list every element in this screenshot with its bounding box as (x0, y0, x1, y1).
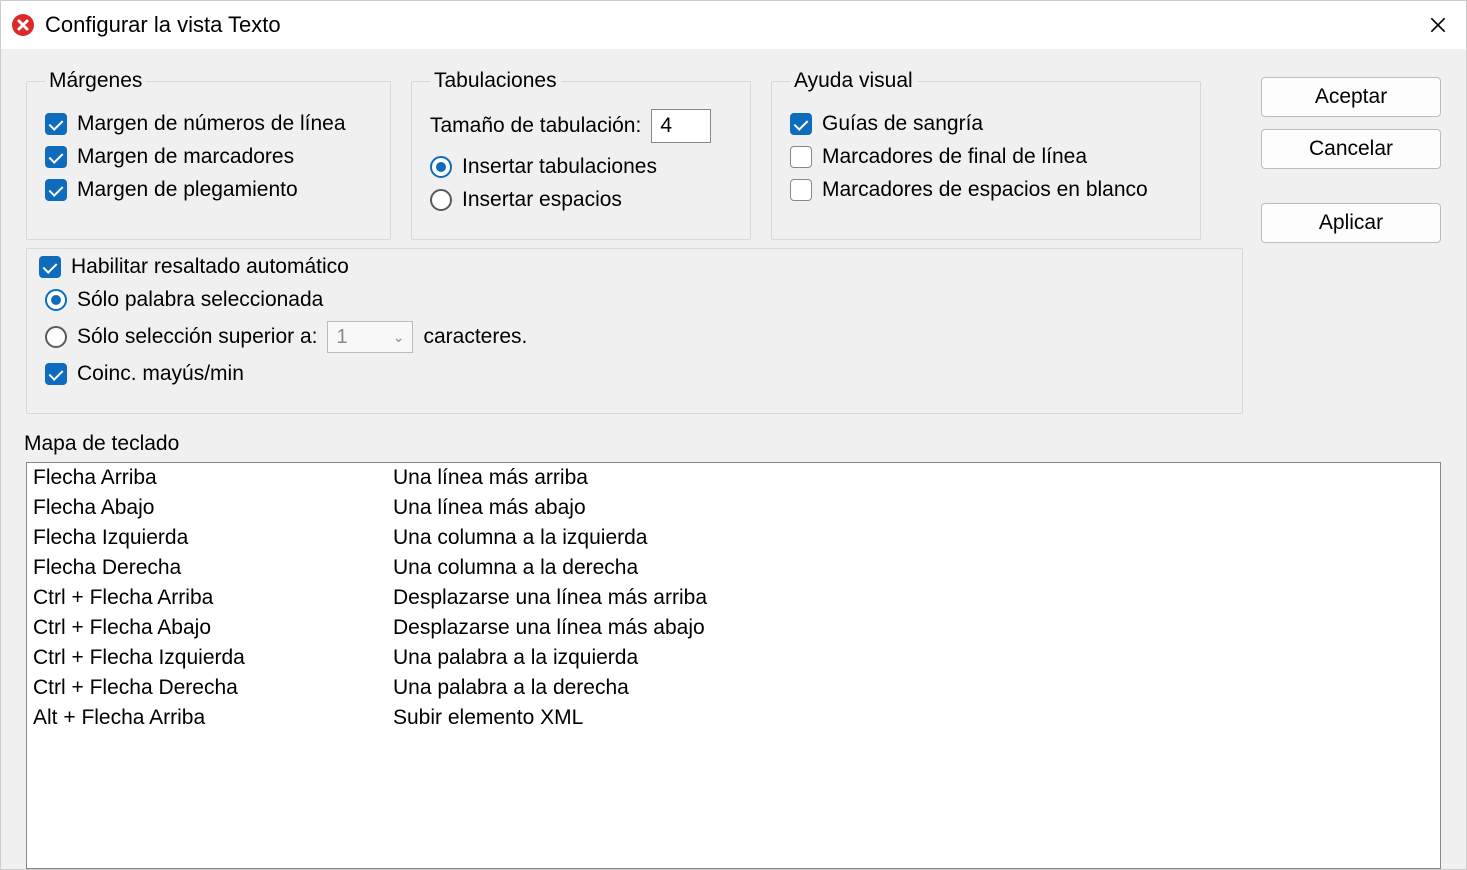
label-bookmarks: Margen de marcadores (77, 145, 294, 169)
keymap-row[interactable]: Alt + Flecha ArribaSubir elemento XML (27, 703, 1440, 733)
checkbox-bookmarks[interactable] (45, 146, 67, 168)
keymap-row[interactable]: Flecha IzquierdaUna columna a la izquier… (27, 523, 1440, 553)
keymap-key: Flecha Izquierda (33, 526, 393, 550)
keymap-label: Mapa de teclado (24, 432, 1441, 456)
keymap-key: Ctrl + Flecha Derecha (33, 676, 393, 700)
keymap-desc: Una palabra a la izquierda (393, 646, 1434, 670)
radio-insert-tabs[interactable] (430, 156, 452, 178)
checkbox-line-numbers[interactable] (45, 113, 67, 135)
keymap-key: Ctrl + Flecha Izquierda (33, 646, 393, 670)
keymap-key: Alt + Flecha Arriba (33, 706, 393, 730)
titlebar: Configurar la vista Texto (1, 1, 1466, 49)
dialog-content: Márgenes Margen de números de línea Marg… (1, 49, 1466, 869)
label-insert-spaces: Insertar espacios (462, 188, 622, 212)
checkbox-indent-guides[interactable] (790, 113, 812, 135)
group-tabs-legend: Tabulaciones (430, 69, 561, 93)
keymap-key: Ctrl + Flecha Arriba (33, 586, 393, 610)
keymap-desc: Desplazarse una línea más abajo (393, 616, 1434, 640)
keymap-row[interactable]: Ctrl + Flecha AbajoDesplazarse una línea… (27, 613, 1440, 643)
top-row: Márgenes Margen de números de línea Marg… (26, 69, 1441, 414)
group-margins-legend: Márgenes (45, 69, 146, 93)
label-indent-guides: Guías de sangría (822, 112, 983, 136)
checkbox-eol-markers[interactable] (790, 146, 812, 168)
keymap-row[interactable]: Flecha ArribaUna línea más arriba (27, 463, 1440, 493)
select-char-count-value: 1 (336, 326, 347, 349)
apply-button[interactable]: Aplicar (1261, 203, 1441, 243)
select-char-count[interactable]: 1 ⌄ (327, 321, 413, 353)
keymap-list[interactable]: Flecha ArribaUna línea más arribaFlecha … (26, 462, 1441, 869)
keymap-row[interactable]: Flecha DerechaUna columna a la derecha (27, 553, 1440, 583)
keymap-desc: Una palabra a la derecha (393, 676, 1434, 700)
label-line-numbers: Margen de números de línea (77, 112, 346, 136)
checkbox-enable-highlight[interactable] (39, 256, 61, 278)
keymap-row[interactable]: Flecha AbajoUna línea más abajo (27, 493, 1440, 523)
radio-insert-spaces[interactable] (430, 189, 452, 211)
keymap-key: Flecha Derecha (33, 556, 393, 580)
dialog-window: Configurar la vista Texto Márgenes Marge… (0, 0, 1467, 870)
label-enable-highlight: Habilitar resaltado automático (71, 255, 349, 279)
keymap-section: Mapa de teclado Flecha ArribaUna línea m… (26, 432, 1441, 869)
cancel-button[interactable]: Cancelar (1261, 129, 1441, 169)
label-selected-word: Sólo palabra seleccionada (77, 288, 323, 312)
keymap-key: Ctrl + Flecha Abajo (33, 616, 393, 640)
checkbox-whitespace-markers[interactable] (790, 179, 812, 201)
group-visual-legend: Ayuda visual (790, 69, 917, 93)
label-eol-markers: Marcadores de final de línea (822, 145, 1087, 169)
checkbox-match-case[interactable] (45, 363, 67, 385)
keymap-desc: Una columna a la derecha (393, 556, 1434, 580)
keymap-desc: Una línea más abajo (393, 496, 1434, 520)
group-auto-highlight: Habilitar resaltado automático Sólo pala… (26, 248, 1243, 414)
label-whitespace-markers: Marcadores de espacios en blanco (822, 178, 1148, 202)
keymap-desc: Una columna a la izquierda (393, 526, 1434, 550)
keymap-row[interactable]: Ctrl + Flecha DerechaUna palabra a la de… (27, 673, 1440, 703)
keymap-desc: Desplazarse una línea más arriba (393, 586, 1434, 610)
label-selection-larger: Sólo selección superior a: (77, 325, 317, 349)
label-insert-tabs: Insertar tabulaciones (462, 155, 657, 179)
group-tabs: Tabulaciones Tamaño de tabulación: Inser… (411, 69, 751, 240)
fieldsets-column: Márgenes Margen de números de línea Marg… (26, 69, 1243, 414)
window-title: Configurar la vista Texto (45, 12, 1420, 38)
group-visual-aids: Ayuda visual Guías de sangría Marcadores… (771, 69, 1201, 240)
group-margins: Márgenes Margen de números de línea Marg… (26, 69, 391, 240)
close-button[interactable] (1420, 7, 1456, 43)
radio-selection-larger[interactable] (45, 326, 67, 348)
keymap-key: Flecha Abajo (33, 496, 393, 520)
keymap-row[interactable]: Ctrl + Flecha ArribaDesplazarse una líne… (27, 583, 1440, 613)
chevron-down-icon: ⌄ (393, 329, 405, 346)
keymap-desc: Subir elemento XML (393, 706, 1434, 730)
keymap-desc: Una línea más arriba (393, 466, 1434, 490)
keymap-key: Flecha Arriba (33, 466, 393, 490)
keymap-row[interactable]: Ctrl + Flecha IzquierdaUna palabra a la … (27, 643, 1440, 673)
close-icon (1428, 15, 1448, 35)
input-tab-size[interactable] (651, 109, 711, 143)
label-folding: Margen de plegamiento (77, 178, 298, 202)
label-chars-suffix: caracteres. (423, 325, 527, 349)
checkbox-folding[interactable] (45, 179, 67, 201)
label-tab-size: Tamaño de tabulación: (430, 114, 641, 138)
app-icon (11, 13, 35, 37)
fieldset-row-1: Márgenes Margen de números de línea Marg… (26, 69, 1243, 240)
radio-selected-word[interactable] (45, 289, 67, 311)
ok-button[interactable]: Aceptar (1261, 77, 1441, 117)
buttons-column: Aceptar Cancelar Aplicar (1261, 69, 1441, 414)
label-match-case: Coinc. mayús/min (77, 362, 244, 386)
